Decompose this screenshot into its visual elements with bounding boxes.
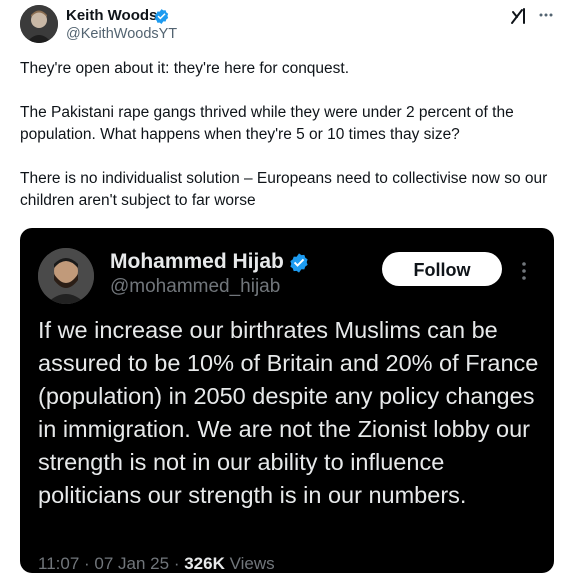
verified-badge-icon: [154, 9, 169, 24]
quoted-author-avatar[interactable]: [38, 248, 94, 304]
grok-icon[interactable]: [510, 7, 528, 25]
quoted-author-name[interactable]: Mohammed Hijab: [110, 250, 284, 274]
more-options-icon[interactable]: [538, 7, 554, 23]
post-date[interactable]: 07 Jan 25: [94, 554, 169, 573]
views-count: 326K: [184, 554, 225, 573]
meta-separator: ·: [173, 554, 185, 573]
tweet-text: They're open about it: they're here for …: [20, 58, 555, 212]
tweet-paragraph: They're open about it: they're here for …: [20, 60, 350, 77]
tweet-paragraph: The Pakistani rape gangs thrived while t…: [20, 104, 514, 143]
meta-separator: ·: [84, 554, 95, 573]
views-label: Views: [229, 554, 275, 573]
more-options-icon[interactable]: [520, 260, 528, 282]
author-handle[interactable]: @KeithWoodsYT: [66, 26, 177, 42]
tweet-paragraph: There is no individualist solution – Eur…: [20, 170, 548, 209]
tweet: Keith Woods @KeithWoodsYT They're open a…: [0, 0, 568, 573]
author-name[interactable]: Keith Woods: [66, 7, 157, 24]
quoted-post-meta: 11:07 · 07 Jan 25 · 326K Views: [38, 554, 275, 573]
quoted-post-card[interactable]: Mohammed Hijab @mohammed_hijab Follow If…: [20, 228, 554, 573]
post-time[interactable]: 11:07: [38, 554, 79, 573]
author-avatar[interactable]: [20, 5, 58, 43]
quoted-post-text: If we increase our birthrates Muslims ca…: [38, 317, 539, 508]
follow-button[interactable]: Follow: [382, 252, 502, 286]
quoted-author-handle[interactable]: @mohammed_hijab: [110, 276, 280, 298]
verified-badge-icon: [290, 253, 308, 273]
